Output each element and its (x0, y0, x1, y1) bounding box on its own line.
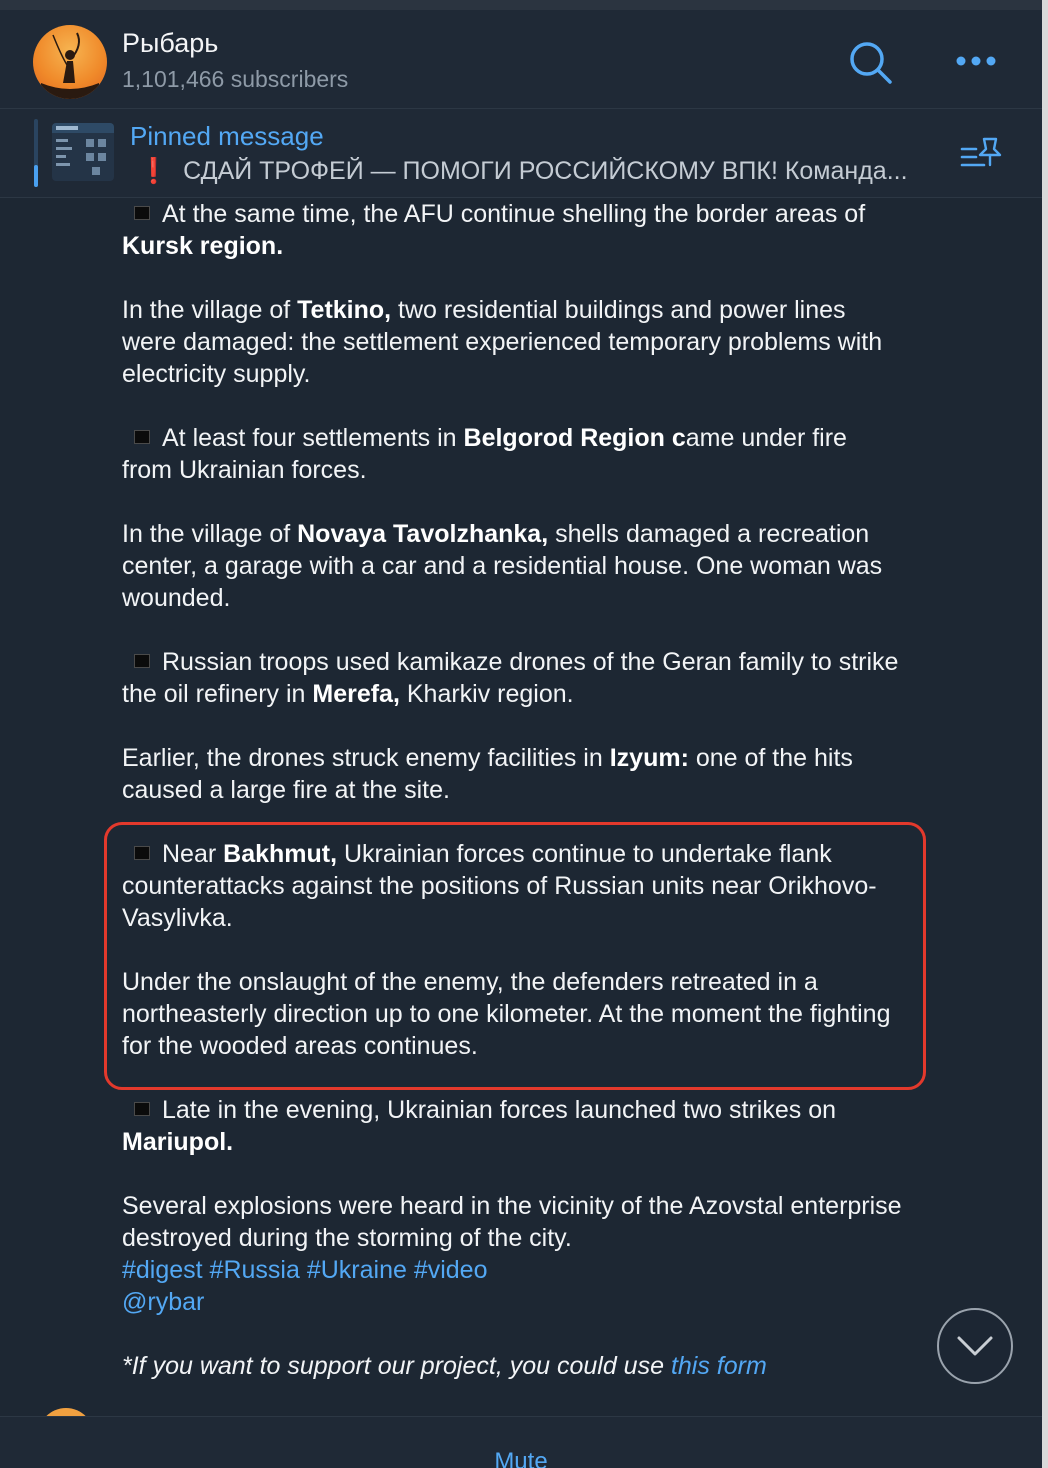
mute-button[interactable]: Mute (0, 1448, 1042, 1468)
search-button[interactable] (846, 38, 896, 88)
pinned-label: Pinned message (130, 121, 324, 151)
bullet-square-icon (134, 1102, 150, 1116)
hashtags: #digest #Russia #Ukraine #video (122, 1254, 902, 1286)
mention-line: @rybar (122, 1286, 902, 1318)
support-form-link[interactable]: this form (671, 1352, 767, 1380)
channel-header: Рыбарь 1,101,466 subscribers (0, 10, 1042, 109)
exclamation-icon: ❗ (138, 157, 170, 185)
pinned-preview: ❗ СДАЙ ТРОФЕЙ — ПОМОГИ РОССИЙСКОМУ ВПК! К… (130, 157, 960, 186)
paragraph-belgorod: At least four settlements in Belgorod Re… (122, 424, 847, 484)
pinned-preview-text: СДАЙ ТРОФЕЙ — ПОМОГИ РОССИЙСКОМУ ВПК! Ко… (183, 157, 908, 185)
pinned-list-icon (960, 137, 1002, 167)
window-edge-strip (1042, 0, 1048, 1468)
more-options-button[interactable] (952, 48, 1000, 74)
message-body: At the same time, the AFU continue shell… (122, 198, 902, 1382)
chevron-down-icon (957, 1336, 993, 1356)
window-top-strip (0, 0, 1048, 10)
highlight-annotation-box (104, 822, 926, 1090)
pinned-thumbnail (52, 123, 114, 181)
subscriber-count: 1,101,466 subscribers (122, 66, 349, 92)
more-icon (956, 56, 996, 66)
channel-title[interactable]: Рыбарь (122, 28, 218, 59)
paragraph-tetkino: In the village of Tetkino, two residenti… (122, 296, 883, 388)
paragraph-azovstal: Several explosions were heard in the vic… (122, 1192, 902, 1252)
support-line: *If you want to support our project, you… (122, 1352, 767, 1380)
bullet-square-icon (134, 430, 150, 444)
bullet-square-icon (134, 654, 150, 668)
channel-avatar[interactable] (33, 25, 107, 99)
mention-link[interactable]: @rybar (122, 1288, 204, 1316)
search-icon (850, 42, 892, 84)
paragraph-kursk: At the same time, the AFU continue shell… (122, 200, 866, 260)
pinned-indicator (34, 165, 38, 187)
paragraph-izyum: Earlier, the drones struck enemy facilit… (122, 744, 853, 804)
paragraph-novaya-tavolzhanka: In the village of Novaya Tavolzhanka, sh… (122, 520, 883, 612)
bullet-square-icon (134, 206, 150, 220)
paragraph-mariupol: Late in the evening, Ukrainian forces la… (122, 1096, 836, 1156)
paragraph-merefa: Russian troops used kamikaze drones of t… (122, 648, 899, 708)
pinned-list-button[interactable] (958, 135, 1006, 175)
scroll-down-button[interactable] (937, 1308, 1013, 1384)
pinned-message-bar[interactable]: Pinned message ❗ СДАЙ ТРОФЕЙ — ПОМОГИ РОС… (0, 109, 1042, 198)
hashtag-links[interactable]: #digest #Russia #Ukraine #video (122, 1256, 488, 1284)
